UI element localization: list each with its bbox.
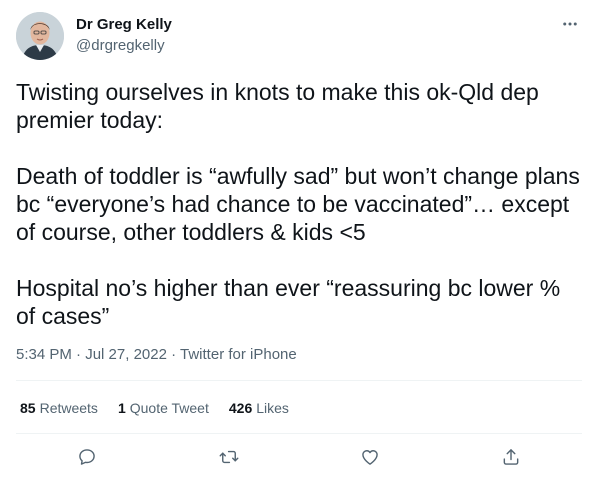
like-icon[interactable] [359,446,381,468]
retweets-count: 85 [20,400,36,416]
avatar[interactable] [16,12,64,60]
likes-label: Likes [256,400,289,416]
action-bar [16,434,582,480]
quote-tweets-label: Quote Tweet [129,400,209,416]
share-icon[interactable] [500,446,522,468]
quote-tweets-stat[interactable]: 1 Quote Tweet [118,400,209,416]
retweet-icon[interactable] [218,446,240,468]
meta-separator: · [166,346,181,363]
avatar-photo [16,12,64,60]
meta-separator: · [71,346,86,363]
tweet: Dr Greg Kelly @drgregkelly Twisting ours… [0,0,598,481]
tweet-source[interactable]: Twitter for iPhone [180,346,297,363]
likes-count: 426 [228,400,253,416]
author-handle[interactable]: @drgregkelly [76,37,165,54]
reply-icon[interactable] [76,446,98,468]
more-icon[interactable] [560,14,580,34]
tweet-time[interactable]: 5:34 PM [16,346,72,363]
tweet-stats: 85 Retweets 1 Quote Tweet 426 Likes [20,400,289,416]
author-name[interactable]: Dr Greg Kelly [76,16,172,33]
tweet-text: Twisting ourselves in knots to make this… [16,79,580,329]
tweet-meta: 5:34 PM · Jul 27, 2022 · Twitter for iPh… [16,346,297,363]
retweets-stat[interactable]: 85 Retweets [20,400,98,416]
tweet-date[interactable]: Jul 27, 2022 [85,346,167,363]
retweets-label: Retweets [39,400,98,416]
quote-tweets-count: 1 [117,400,126,416]
divider [16,380,582,381]
likes-stat[interactable]: 426 Likes [229,400,289,416]
